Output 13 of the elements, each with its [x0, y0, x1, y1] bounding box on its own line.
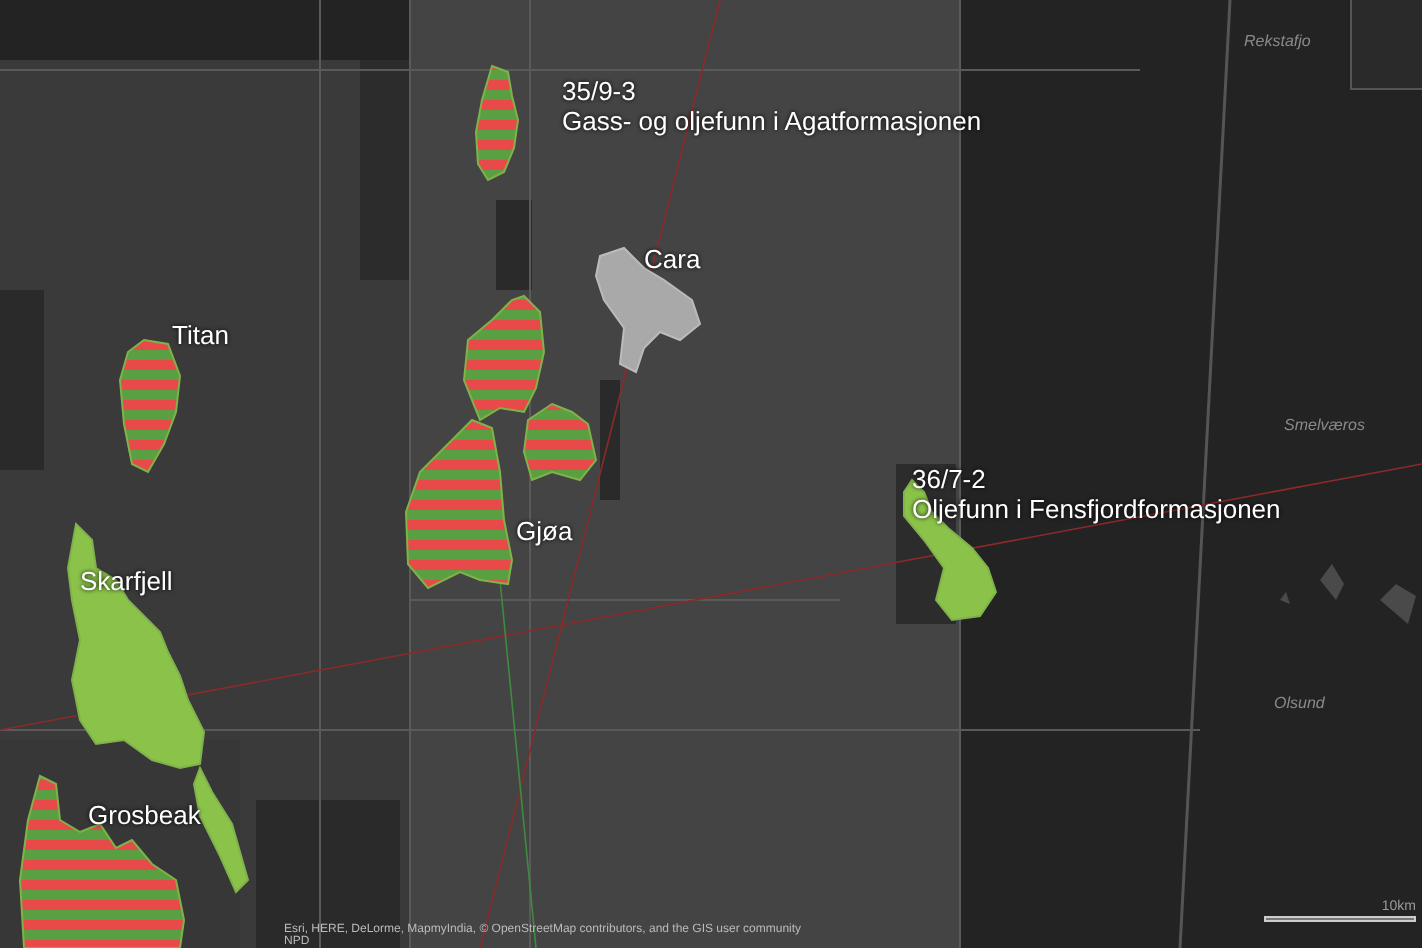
field-description: Gass- og oljefunn i Agatformasjonen [562, 106, 982, 136]
field-label: Gjøa [516, 516, 573, 546]
discovery-area [594, 246, 702, 374]
place-label: Rekstafjo [1244, 30, 1311, 54]
place-label: Smelværos [1284, 414, 1365, 438]
field-label: Titan [172, 320, 229, 350]
place-label: Olsund [1274, 692, 1325, 716]
field-label: 36/7-2 [912, 464, 988, 494]
island-drawing [1280, 564, 1416, 624]
field-label: Grosbeak [88, 800, 201, 830]
striped-field-area [475, 64, 519, 182]
field-label: 35/9-3 [562, 76, 638, 106]
field-label: Cara [644, 244, 701, 274]
